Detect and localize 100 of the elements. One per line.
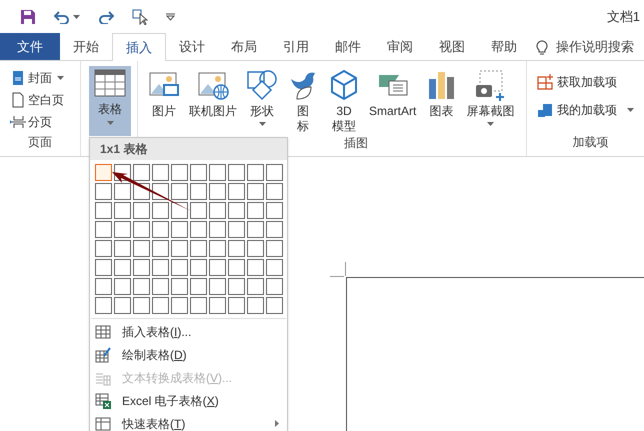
ribbon-command[interactable]: 我的加载项 bbox=[537, 101, 644, 119]
table-grid-cell[interactable] bbox=[266, 278, 283, 295]
ribbon-tab[interactable]: 邮件 bbox=[322, 33, 374, 60]
table-grid-cell[interactable] bbox=[228, 183, 245, 200]
ribbon-tab[interactable]: 帮助 bbox=[478, 33, 530, 60]
table-grid-cell[interactable] bbox=[152, 164, 169, 181]
table-grid-cell[interactable] bbox=[228, 221, 245, 238]
table-grid-cell[interactable] bbox=[209, 278, 226, 295]
table-button[interactable]: 表格 bbox=[89, 66, 131, 136]
table-grid-cell[interactable] bbox=[133, 202, 150, 219]
ribbon-tab[interactable]: 插入 bbox=[112, 33, 166, 61]
table-grid-cell[interactable] bbox=[247, 297, 264, 314]
table-grid-cell[interactable] bbox=[133, 278, 150, 295]
table-grid-cell[interactable] bbox=[190, 164, 207, 181]
table-grid-cell[interactable] bbox=[171, 202, 188, 219]
table-grid-cell[interactable] bbox=[171, 259, 188, 276]
table-grid-cell[interactable] bbox=[95, 259, 112, 276]
ribbon-command[interactable]: 图片 bbox=[146, 69, 182, 134]
table-grid-cell[interactable] bbox=[190, 297, 207, 314]
ribbon-command[interactable]: 图表 bbox=[423, 69, 460, 134]
table-grid-cell[interactable] bbox=[209, 297, 226, 314]
tell-me-search[interactable]: 操作说明搜索 bbox=[556, 36, 634, 56]
table-grid-cell[interactable] bbox=[152, 202, 169, 219]
table-grid-cell[interactable] bbox=[209, 240, 226, 257]
ribbon-tab[interactable]: 视图 bbox=[426, 33, 478, 60]
table-grid-cell[interactable] bbox=[152, 183, 169, 200]
ribbon-tab[interactable]: 引用 bbox=[270, 33, 322, 60]
table-grid-cell[interactable] bbox=[266, 297, 283, 314]
ribbon-command[interactable]: 形状 bbox=[244, 69, 280, 134]
table-grid-cell[interactable] bbox=[266, 202, 283, 219]
table-grid-cell[interactable] bbox=[171, 183, 188, 200]
table-grid-cell[interactable] bbox=[114, 240, 131, 257]
ribbon-command[interactable]: 空白页 bbox=[10, 91, 80, 109]
menu-item[interactable]: Excel 电子表格(X) bbox=[90, 389, 287, 412]
table-grid-cell[interactable] bbox=[171, 164, 188, 181]
table-grid-cell[interactable] bbox=[152, 221, 169, 238]
ribbon-command[interactable]: SmartArt bbox=[367, 69, 418, 134]
ribbon-command[interactable]: 图 标 bbox=[285, 69, 321, 134]
table-grid-cell[interactable] bbox=[152, 259, 169, 276]
table-grid-cell[interactable] bbox=[209, 183, 226, 200]
table-grid-cell[interactable] bbox=[114, 297, 131, 314]
ribbon-tab[interactable]: 布局 bbox=[218, 33, 270, 60]
table-grid-cell[interactable] bbox=[133, 164, 150, 181]
ribbon-command[interactable]: 屏幕截图 bbox=[464, 69, 516, 134]
ribbon-command[interactable]: 分页 bbox=[10, 113, 80, 131]
table-grid-cell[interactable] bbox=[209, 259, 226, 276]
ribbon-command[interactable]: 封面 bbox=[10, 69, 80, 87]
table-grid-cell[interactable] bbox=[114, 202, 131, 219]
menu-item[interactable]: 插入表格(I)... bbox=[90, 320, 287, 343]
table-grid-cell[interactable] bbox=[114, 183, 131, 200]
menu-item[interactable]: 快速表格(T) bbox=[90, 412, 287, 431]
table-grid-cell[interactable] bbox=[190, 240, 207, 257]
table-grid-cell[interactable] bbox=[209, 164, 226, 181]
table-grid-cell[interactable] bbox=[152, 240, 169, 257]
save-icon[interactable] bbox=[20, 8, 36, 24]
table-grid-cell[interactable] bbox=[266, 183, 283, 200]
ribbon-command[interactable]: 获取加载项 bbox=[537, 73, 644, 91]
table-grid-cell[interactable] bbox=[266, 240, 283, 257]
table-grid-cell[interactable] bbox=[266, 164, 283, 181]
table-grid-cell[interactable] bbox=[266, 259, 283, 276]
table-grid-cell[interactable] bbox=[228, 259, 245, 276]
table-grid-cell[interactable] bbox=[266, 221, 283, 238]
table-grid-cell[interactable] bbox=[190, 259, 207, 276]
table-grid-cell[interactable] bbox=[95, 183, 112, 200]
table-grid-cell[interactable] bbox=[247, 278, 264, 295]
table-grid-cell[interactable] bbox=[247, 221, 264, 238]
table-grid-cell[interactable] bbox=[114, 221, 131, 238]
table-grid-cell[interactable] bbox=[228, 297, 245, 314]
redo-icon[interactable] bbox=[98, 10, 114, 24]
table-grid-cell[interactable] bbox=[228, 202, 245, 219]
table-grid-cell[interactable] bbox=[190, 183, 207, 200]
table-grid-cell[interactable] bbox=[190, 278, 207, 295]
table-grid-cell[interactable] bbox=[228, 278, 245, 295]
table-grid-cell[interactable] bbox=[228, 240, 245, 257]
table-grid-cell[interactable] bbox=[133, 297, 150, 314]
table-grid-cell[interactable] bbox=[209, 202, 226, 219]
table-grid-cell[interactable] bbox=[133, 259, 150, 276]
ribbon-tab[interactable]: 审阅 bbox=[374, 33, 426, 60]
table-grid-cell[interactable] bbox=[228, 164, 245, 181]
table-grid-cell[interactable] bbox=[133, 221, 150, 238]
customize-caret-icon[interactable] bbox=[166, 12, 175, 20]
table-grid-cell[interactable] bbox=[247, 202, 264, 219]
table-grid-cell[interactable] bbox=[247, 240, 264, 257]
table-grid-cell[interactable] bbox=[247, 259, 264, 276]
table-grid-cell[interactable] bbox=[171, 278, 188, 295]
table-grid-cell[interactable] bbox=[95, 221, 112, 238]
table-grid-cell[interactable] bbox=[190, 221, 207, 238]
file-tab[interactable]: 文件 bbox=[0, 33, 60, 60]
table-grid-cell[interactable] bbox=[95, 278, 112, 295]
table-grid-cell[interactable] bbox=[114, 259, 131, 276]
table-grid-cell[interactable] bbox=[114, 278, 131, 295]
touch-mode-icon[interactable] bbox=[132, 8, 148, 24]
ribbon-command[interactable]: 3D 模型 bbox=[326, 69, 362, 134]
table-grid-cell[interactable] bbox=[152, 297, 169, 314]
table-grid-cell[interactable] bbox=[95, 297, 112, 314]
table-grid-cell[interactable] bbox=[152, 278, 169, 295]
table-grid-cell[interactable] bbox=[171, 221, 188, 238]
table-grid-cell[interactable] bbox=[133, 240, 150, 257]
table-grid-cell[interactable] bbox=[190, 202, 207, 219]
table-grid-cell[interactable] bbox=[171, 240, 188, 257]
